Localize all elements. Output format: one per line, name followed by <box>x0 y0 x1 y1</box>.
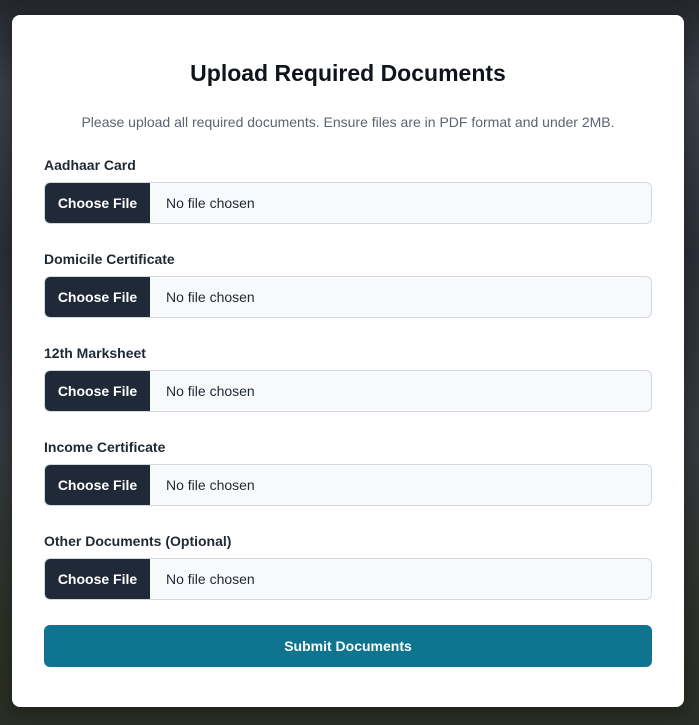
page-title: Upload Required Documents <box>190 60 506 86</box>
file-input-domicile-certificate[interactable]: Choose File No file chosen <box>44 276 652 318</box>
file-status-text: No file chosen <box>166 289 255 305</box>
choose-file-button[interactable]: Choose File <box>45 559 150 599</box>
field-label-aadhaar-card: Aadhaar Card <box>44 157 136 173</box>
choose-file-button[interactable]: Choose File <box>45 277 150 317</box>
field-domicile-certificate: Domicile Certificate Choose File No file… <box>44 250 652 318</box>
field-income-certificate: Income Certificate Choose File No file c… <box>44 438 652 506</box>
upload-documents-card: Upload Required Documents Please upload … <box>12 15 684 707</box>
choose-file-button[interactable]: Choose File <box>45 465 150 505</box>
field-label-12th-marksheet: 12th Marksheet <box>44 345 146 361</box>
file-status-text: No file chosen <box>166 477 255 493</box>
file-status-text: No file chosen <box>166 383 255 399</box>
field-label-income-certificate: Income Certificate <box>44 439 166 455</box>
choose-file-button[interactable]: Choose File <box>45 183 150 223</box>
field-label-domicile-certificate: Domicile Certificate <box>44 251 175 267</box>
field-label-other-documents: Other Documents (Optional) <box>44 533 232 549</box>
file-input-other-documents[interactable]: Choose File No file chosen <box>44 558 652 600</box>
field-aadhaar-card: Aadhaar Card Choose File No file chosen <box>44 156 652 224</box>
page-subtitle: Please upload all required documents. En… <box>81 114 615 130</box>
choose-file-button[interactable]: Choose File <box>45 371 150 411</box>
field-12th-marksheet: 12th Marksheet Choose File No file chose… <box>44 344 652 412</box>
file-status-text: No file chosen <box>166 571 255 587</box>
file-input-aadhaar-card[interactable]: Choose File No file chosen <box>44 182 652 224</box>
file-input-12th-marksheet[interactable]: Choose File No file chosen <box>44 370 652 412</box>
file-input-income-certificate[interactable]: Choose File No file chosen <box>44 464 652 506</box>
field-other-documents: Other Documents (Optional) Choose File N… <box>44 532 652 600</box>
submit-documents-button[interactable]: Submit Documents <box>44 625 652 667</box>
file-status-text: No file chosen <box>166 195 255 211</box>
